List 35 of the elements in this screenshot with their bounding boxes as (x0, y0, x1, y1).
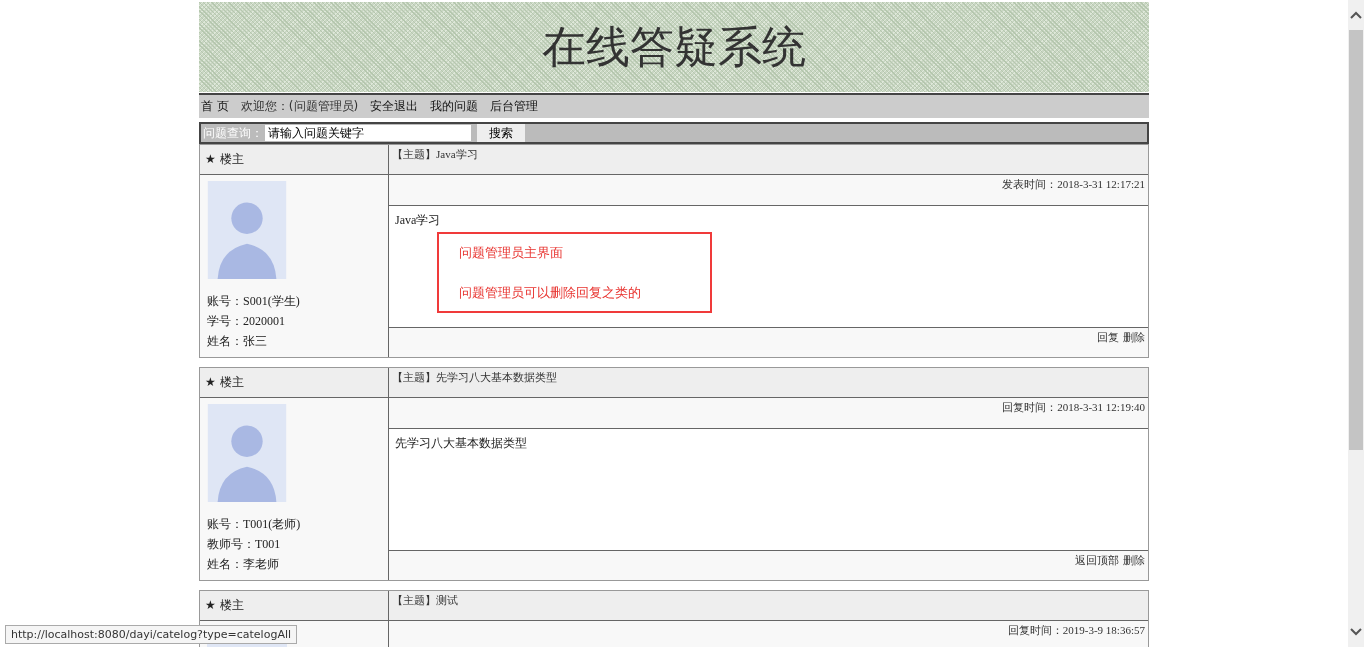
greeting-text: 欢迎您：(问题管理员) (240, 98, 359, 115)
subject-row: 【主题】测试 (389, 591, 1148, 621)
annotation-text: 问题管理员主界面 (459, 244, 564, 262)
action-link[interactable]: 返回顶部 (1075, 554, 1119, 566)
action-link[interactable]: 删除 (1123, 331, 1145, 343)
scroll-thumb[interactable] (1349, 30, 1363, 450)
author-info: 姓名：李老师 (207, 556, 280, 573)
status-url: http://localhost:8080/dayi/catelog?type=catelogAll (5, 625, 298, 644)
author-role: ★ 楼主 (200, 368, 388, 398)
nav-link[interactable]: 安全退出 (370, 98, 419, 115)
author-info: 学号：2020001 (207, 313, 286, 330)
author-info: 账号：T001(老师) (207, 516, 302, 533)
scroll-up-icon[interactable] (1350, 10, 1362, 20)
author-info: 教师号：T001 (207, 536, 282, 553)
author-info: 姓名：张三 (207, 333, 268, 350)
scroll-down-icon[interactable] (1350, 627, 1362, 637)
nav-link[interactable]: 我的问题 (430, 98, 479, 115)
time-row: 回复时间：2018-3-31 12:19:40 (389, 398, 1148, 429)
author-role: ★ 楼主 (200, 145, 388, 175)
author-info: 账号：S001(学生) (207, 293, 301, 310)
action-link[interactable]: 回复 (1097, 331, 1119, 343)
search-field[interactable]: 请输入问题关键字 (265, 125, 471, 141)
time-row: 发表时间：2018-3-31 12:17:21 (389, 175, 1148, 206)
site-title: 在线答疑系统 (542, 19, 806, 74)
author-role: ★ 楼主 (200, 591, 388, 621)
time-row: 回复时间：2019-3-9 18:36:57 (389, 621, 1148, 647)
annotation-text: 问题管理员可以删除回复之类的 (459, 284, 642, 302)
action-link[interactable]: 删除 (1123, 554, 1145, 566)
subject-row: 【主题】Java学习 (389, 145, 1148, 175)
search-label: 问题查询： (202, 124, 264, 142)
scrollbar[interactable] (1348, 0, 1364, 647)
search-button[interactable]: 搜索 (477, 124, 525, 142)
nav-link[interactable]: 首 页 (201, 98, 229, 115)
nav-link[interactable]: 后台管理 (490, 98, 539, 115)
subject-row: 【主题】先学习八大基本数据类型 (389, 368, 1148, 398)
